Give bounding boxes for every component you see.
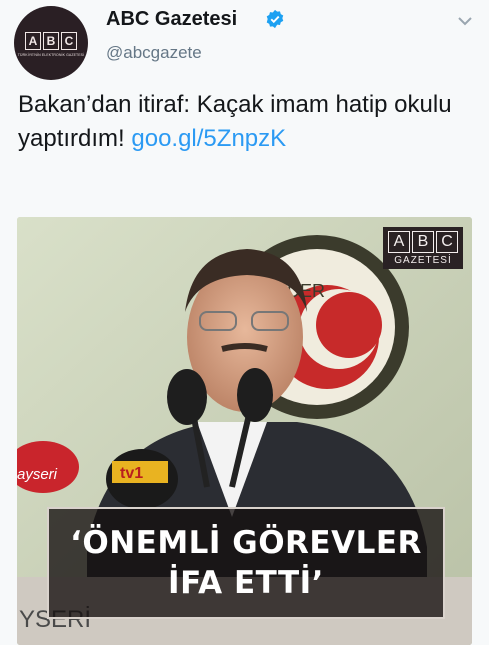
avatar-letter: A	[25, 31, 41, 50]
badge-letter: B	[412, 230, 434, 253]
mic-brand: tv1	[120, 465, 143, 482]
tweet-card[interactable]: A B C TÜRKİYE'NİN ELEKTRONİK GAZETESİ AB…	[0, 0, 489, 645]
tweet-link[interactable]: goo.gl/5ZnpzK	[131, 125, 286, 152]
avatar[interactable]: A B C TÜRKİYE'NİN ELEKTRONİK GAZETESİ	[14, 6, 88, 80]
sign-left-text: ayseri	[17, 466, 58, 483]
quote-banner: ‘ÖNEMLİ GÖREVLER İFA ETTİ’	[47, 507, 445, 619]
account-handle[interactable]: @abcgazete	[106, 43, 202, 63]
badge-letter: C	[436, 230, 458, 253]
tweet-media-image[interactable]: İMDER tv1 ayseri YSERİ	[17, 217, 472, 645]
tweet-text: Bakan’dan itiraf: Kaçak imam hatip okulu…	[18, 88, 458, 156]
banner-line-2: İFA ETTİ’	[168, 565, 324, 601]
avatar-letter: C	[61, 31, 77, 50]
abc-gazetesi-badge: A B C GAZETESİ	[383, 227, 463, 269]
avatar-logo: A B C	[25, 31, 77, 50]
verified-badge-icon	[266, 9, 284, 29]
badge-letter: A	[388, 230, 410, 253]
avatar-letter: B	[43, 31, 59, 50]
banner-line-1: ‘ÖNEMLİ GÖREVLER	[70, 525, 422, 561]
avatar-subtitle: TÜRKİYE'NİN ELEKTRONİK GAZETESİ	[17, 52, 85, 57]
chevron-down-icon[interactable]	[457, 15, 473, 27]
badge-subtitle: GAZETESİ	[394, 254, 452, 266]
account-name[interactable]: ABC Gazetesi	[106, 8, 237, 31]
